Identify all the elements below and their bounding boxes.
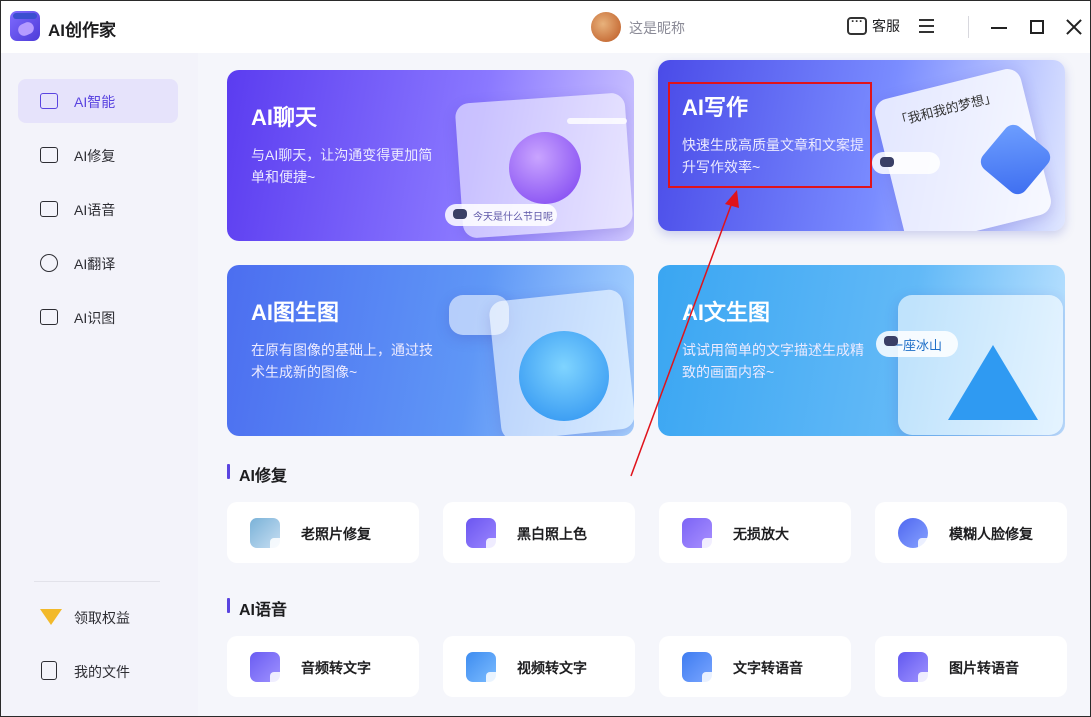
sidebar-item-ai-translate[interactable]: AI翻译 bbox=[18, 241, 178, 285]
sidebar-item-ai-smart[interactable]: AI智能 bbox=[18, 79, 178, 123]
highlight-box bbox=[668, 82, 872, 188]
card-description: 在原有图像的基础上，通过技术生成新的图像~ bbox=[251, 342, 433, 380]
app-title: AI创作家 bbox=[48, 21, 116, 40]
avatar[interactable] bbox=[591, 12, 621, 42]
upscale-icon bbox=[682, 518, 716, 552]
decor-line bbox=[567, 118, 627, 124]
sidebar-item-label: AI识图 bbox=[74, 310, 116, 326]
benefit-icon bbox=[40, 609, 62, 625]
card-title: AI聊天 bbox=[251, 105, 318, 130]
sidebar-item-label: 领取权益 bbox=[74, 610, 130, 626]
title-bar: AI创作家 这是昵称 客服 bbox=[1, 1, 1090, 53]
card-title: AI图生图 bbox=[251, 300, 340, 325]
image-recognition-icon bbox=[40, 309, 58, 325]
minimize-icon[interactable] bbox=[991, 27, 1007, 29]
colorize-icon bbox=[466, 518, 500, 552]
tool-label: 图片转语音 bbox=[949, 660, 1019, 676]
girl-portrait-illustration bbox=[519, 331, 609, 421]
tool-label: 模糊人脸修复 bbox=[949, 526, 1033, 542]
video-to-text-icon bbox=[466, 652, 500, 686]
face-repair-icon bbox=[898, 518, 932, 552]
titlebar-divider bbox=[968, 16, 969, 38]
customer-service-button[interactable]: 客服 bbox=[847, 14, 900, 37]
app-window: AI创作家 这是昵称 客服 AI智能 AI修复 AI语音 AI翻译 bbox=[0, 0, 1091, 717]
ai-smart-icon bbox=[40, 93, 58, 109]
tool-label: 视频转文字 bbox=[517, 660, 587, 676]
tool-video-to-text[interactable]: 视频转文字 bbox=[443, 636, 635, 697]
sidebar-divider bbox=[34, 581, 160, 582]
chat-bubble-illustration bbox=[509, 132, 581, 204]
tool-old-photo-repair[interactable]: 老照片修复 bbox=[227, 502, 419, 563]
tool-label: 音频转文字 bbox=[301, 660, 371, 676]
card-description: 与AI聊天，让沟通变得更加简单和便捷~ bbox=[251, 147, 433, 185]
sidebar-item-label: AI修复 bbox=[74, 148, 116, 164]
tool-label: 老照片修复 bbox=[301, 526, 371, 542]
ai-chat-card[interactable]: AI聊天 与AI聊天，让沟通变得更加简单和便捷~ 今天是什么节日呢 bbox=[227, 70, 634, 241]
annotation-arrow bbox=[630, 190, 739, 477]
sidebar-item-ai-recognize[interactable]: AI识图 bbox=[18, 295, 178, 339]
chat-question-pill: 今天是什么节日呢 bbox=[445, 204, 557, 226]
customer-service-label: 客服 bbox=[872, 18, 900, 34]
sidebar-item-label: AI翻译 bbox=[74, 256, 116, 272]
menu-icon[interactable] bbox=[919, 19, 934, 33]
translate-icon bbox=[40, 254, 58, 272]
ai-image-to-image-card[interactable]: AI图生图 在原有图像的基础上，通过技术生成新的图像~ bbox=[227, 265, 634, 436]
section-title-voice: AI语音 bbox=[227, 596, 287, 620]
app-logo-icon bbox=[10, 11, 40, 41]
sidebar-item-my-files[interactable]: 我的文件 bbox=[18, 649, 178, 693]
chat-bubble-icon bbox=[847, 14, 867, 35]
tool-colorize[interactable]: 黑白照上色 bbox=[443, 502, 635, 563]
sidebar-item-ai-voice[interactable]: AI语音 bbox=[18, 187, 178, 231]
section-title-repair: AI修复 bbox=[227, 462, 287, 486]
robot-pill bbox=[872, 152, 940, 174]
tool-image-to-speech[interactable]: 图片转语音 bbox=[875, 636, 1067, 697]
sidebar: AI智能 AI修复 AI语音 AI翻译 AI识图 领取权益 我的文件 bbox=[1, 53, 198, 716]
tool-label: 黑白照上色 bbox=[517, 526, 587, 542]
paper-title: 「我和我的梦想」 bbox=[893, 89, 999, 130]
file-icon bbox=[41, 661, 57, 680]
tool-label: 无损放大 bbox=[733, 526, 789, 542]
audio-to-text-icon bbox=[250, 652, 284, 686]
sidebar-item-benefits[interactable]: 领取权益 bbox=[18, 595, 178, 639]
user-nickname[interactable]: 这是昵称 bbox=[629, 18, 685, 38]
iceberg-illustration bbox=[948, 345, 1038, 420]
sidebar-item-ai-repair[interactable]: AI修复 bbox=[18, 133, 178, 177]
repair-icon bbox=[40, 147, 58, 163]
sidebar-item-label: 我的文件 bbox=[74, 664, 130, 680]
tool-face-repair[interactable]: 模糊人脸修复 bbox=[875, 502, 1067, 563]
voice-icon bbox=[40, 201, 58, 217]
tool-label: 文字转语音 bbox=[733, 660, 803, 676]
tool-audio-to-text[interactable]: 音频转文字 bbox=[227, 636, 419, 697]
text-to-speech-icon bbox=[682, 652, 716, 686]
tool-text-to-speech[interactable]: 文字转语音 bbox=[659, 636, 851, 697]
prompt-tag: 一座冰山 bbox=[876, 331, 958, 357]
tool-upscale[interactable]: 无损放大 bbox=[659, 502, 851, 563]
close-icon[interactable] bbox=[1065, 17, 1083, 37]
old-photo-icon bbox=[250, 518, 284, 552]
sidebar-item-label: AI语音 bbox=[74, 202, 116, 218]
sidebar-item-label: AI智能 bbox=[74, 94, 116, 110]
image-to-speech-icon bbox=[898, 652, 932, 686]
maximize-icon[interactable] bbox=[1030, 20, 1044, 34]
